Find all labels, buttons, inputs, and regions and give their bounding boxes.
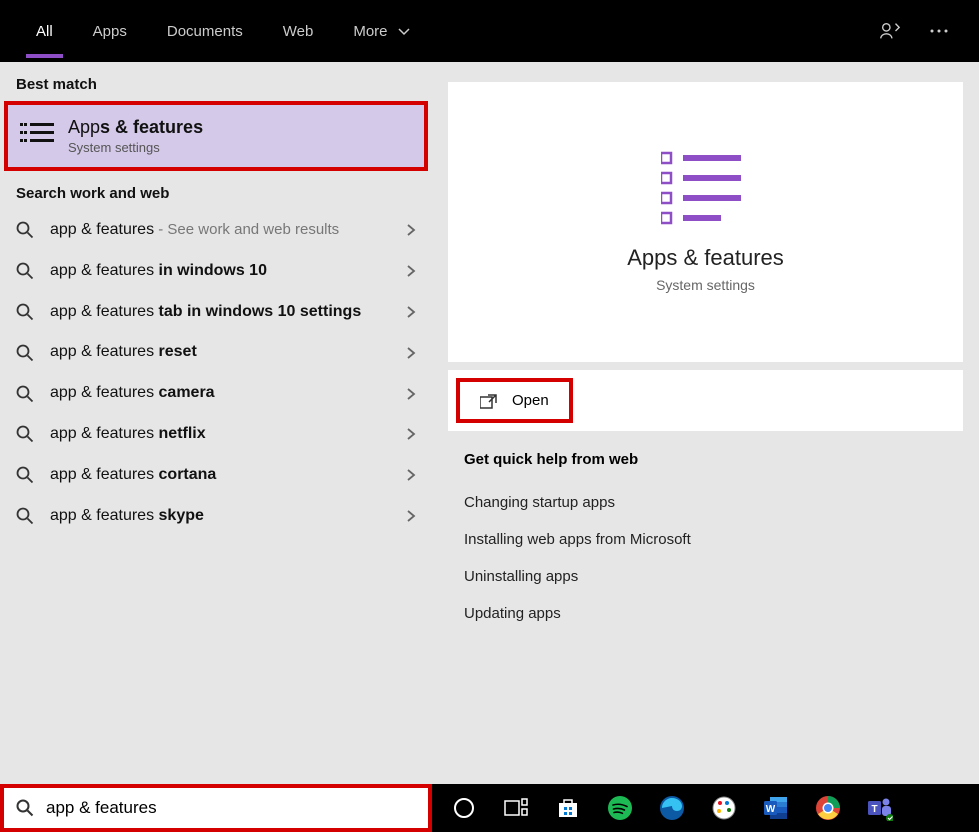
search-result-item[interactable]: app & features skype — [0, 496, 432, 537]
search-icon — [16, 303, 36, 321]
search-work-web-label: Search work and web — [0, 171, 432, 210]
chevron-right-icon — [406, 223, 416, 237]
search-results-pane: Best match Apps & features System settin… — [0, 62, 432, 784]
feedback-icon[interactable] — [865, 20, 915, 42]
spotify-icon[interactable] — [604, 792, 636, 824]
search-result-item[interactable]: app & features camera — [0, 373, 432, 414]
search-icon — [16, 344, 36, 362]
chevron-right-icon — [406, 387, 416, 401]
search-icon — [16, 425, 36, 443]
search-result-item[interactable]: app & features in windows 10 — [0, 251, 432, 292]
open-button[interactable]: Open — [456, 378, 573, 423]
best-match-item[interactable]: Apps & features System settings — [4, 101, 428, 171]
store-icon[interactable] — [552, 792, 584, 824]
tab-all[interactable]: All — [16, 7, 73, 56]
search-icon — [16, 799, 34, 817]
search-result-text: app & features camera — [50, 383, 406, 404]
edge-icon[interactable] — [656, 792, 688, 824]
search-result-item[interactable]: app & features - See work and web result… — [0, 210, 432, 251]
preview-apps-features-icon — [661, 151, 751, 225]
chevron-right-icon — [406, 509, 416, 523]
preview-subtitle: System settings — [656, 277, 755, 293]
tab-more-label: More — [353, 23, 387, 40]
quick-help-heading: Get quick help from web — [464, 451, 947, 468]
cortana-icon[interactable] — [448, 792, 480, 824]
chevron-right-icon — [406, 264, 416, 278]
search-input[interactable] — [46, 798, 416, 818]
search-tabs-bar: All Apps Documents Web More — [0, 0, 979, 62]
search-result-text: app & features cortana — [50, 465, 406, 486]
search-result-text: app & features tab in windows 10 setting… — [50, 302, 406, 323]
search-icon — [16, 221, 36, 239]
chevron-down-icon — [398, 28, 410, 36]
preview-actions: Open — [448, 370, 963, 431]
quick-help-section: Get quick help from web Changing startup… — [432, 431, 979, 652]
search-result-text: app & features - See work and web result… — [50, 220, 406, 241]
teams-icon[interactable]: T — [864, 792, 896, 824]
search-result-item[interactable]: app & features reset — [0, 332, 432, 373]
tab-apps[interactable]: Apps — [73, 7, 147, 56]
search-result-text: app & features reset — [50, 342, 406, 363]
chevron-right-icon — [406, 346, 416, 360]
paint-icon[interactable] — [708, 792, 740, 824]
quick-help-link[interactable]: Changing startup apps — [464, 484, 947, 521]
search-icon — [16, 466, 36, 484]
preview-title: Apps & features — [627, 245, 784, 271]
taskbar: W T — [0, 784, 979, 832]
taskbar-search[interactable] — [0, 784, 432, 832]
tab-documents[interactable]: Documents — [147, 7, 263, 56]
search-result-text: app & features in windows 10 — [50, 261, 406, 282]
preview-pane: Apps & features System settings Open Get… — [432, 62, 979, 784]
quick-help-link[interactable]: Installing web apps from Microsoft — [464, 521, 947, 558]
tab-web[interactable]: Web — [263, 7, 334, 56]
search-result-text: app & features skype — [50, 506, 406, 527]
search-result-item[interactable]: app & features netflix — [0, 414, 432, 455]
apps-features-icon — [20, 118, 56, 154]
svg-text:T: T — [871, 804, 877, 815]
chevron-right-icon — [406, 468, 416, 482]
best-match-subtitle: System settings — [68, 140, 203, 155]
quick-help-link[interactable]: Uninstalling apps — [464, 558, 947, 595]
search-result-item[interactable]: app & features tab in windows 10 setting… — [0, 292, 432, 333]
task-view-icon[interactable] — [500, 792, 532, 824]
search-result-text: app & features netflix — [50, 424, 406, 445]
tab-more[interactable]: More — [333, 7, 429, 56]
open-button-label: Open — [512, 392, 549, 409]
more-options-icon[interactable] — [915, 28, 963, 34]
search-icon — [16, 385, 36, 403]
chevron-right-icon — [406, 305, 416, 319]
best-match-title: Apps & features — [68, 117, 203, 138]
chevron-right-icon — [406, 427, 416, 441]
quick-help-link[interactable]: Updating apps — [464, 595, 947, 632]
search-icon — [16, 507, 36, 525]
preview-card: Apps & features System settings — [448, 82, 963, 362]
svg-text:W: W — [766, 804, 776, 815]
search-result-item[interactable]: app & features cortana — [0, 455, 432, 496]
chrome-icon[interactable] — [812, 792, 844, 824]
open-icon — [480, 393, 498, 409]
search-icon — [16, 262, 36, 280]
word-icon[interactable]: W — [760, 792, 792, 824]
best-match-label: Best match — [0, 62, 432, 101]
